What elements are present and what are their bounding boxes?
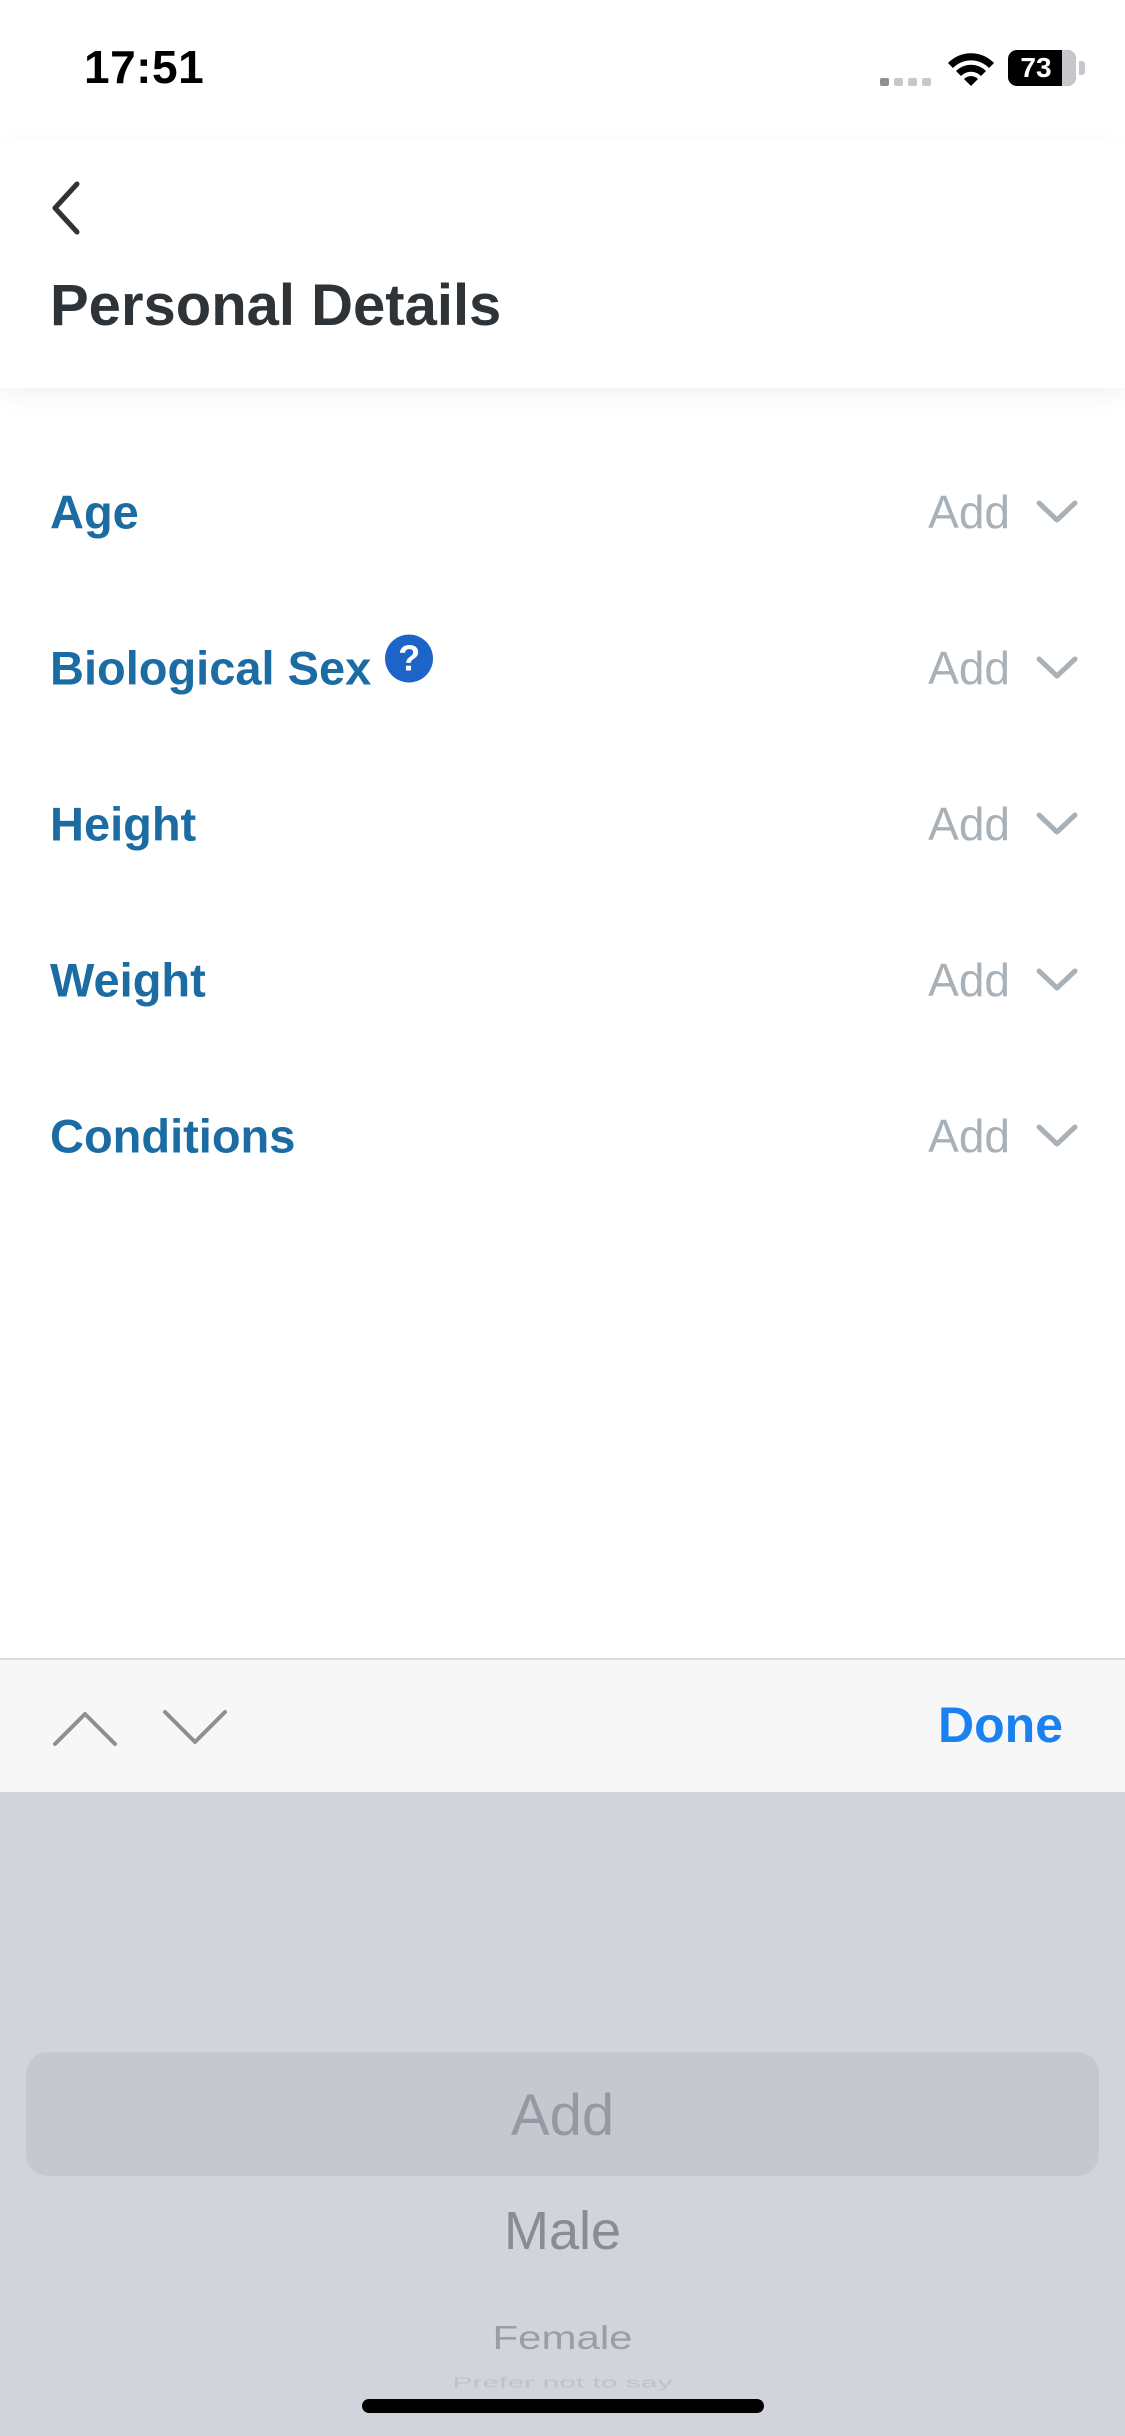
home-indicator bbox=[362, 2399, 764, 2413]
row-value-age: Add bbox=[928, 486, 1010, 538]
keyboard-toolbar: Done bbox=[0, 1658, 1125, 1792]
help-icon[interactable]: ? bbox=[385, 634, 434, 682]
back-button[interactable] bbox=[38, 168, 94, 248]
row-label-text: Biological Sex bbox=[50, 641, 372, 695]
done-button[interactable]: Done bbox=[938, 1696, 1063, 1754]
picker-option[interactable]: Female bbox=[0, 2319, 1125, 2357]
row-conditions[interactable]: Conditions Add bbox=[0, 1058, 1125, 1214]
picker-option[interactable]: Prefer not to say bbox=[0, 2375, 1125, 2392]
row-value-conditions: Add bbox=[928, 1110, 1010, 1162]
details-list: Age Add Biological Sex ? Add Height Add … bbox=[0, 434, 1125, 1214]
chevron-down-icon bbox=[1036, 968, 1078, 991]
row-label-conditions: Conditions bbox=[50, 1109, 296, 1163]
row-biological-sex[interactable]: Biological Sex ? Add bbox=[0, 590, 1125, 746]
page-title: Personal Details bbox=[50, 273, 502, 338]
header: Personal Details bbox=[0, 140, 1125, 388]
row-label-biological-sex: Biological Sex ? bbox=[50, 634, 434, 696]
battery-level: 73 bbox=[1020, 52, 1052, 83]
row-age[interactable]: Age Add bbox=[0, 434, 1125, 590]
row-label-height: Height bbox=[50, 797, 197, 851]
row-height[interactable]: Height Add bbox=[0, 746, 1125, 902]
row-label-age: Age bbox=[50, 485, 139, 539]
wifi-icon bbox=[948, 53, 994, 86]
status-bar: 17:51 73 bbox=[0, 0, 1125, 140]
chevron-left-icon bbox=[52, 181, 80, 235]
picker-option-selected[interactable]: Add bbox=[0, 2082, 1125, 2149]
cellular-signal-icon bbox=[880, 70, 934, 86]
row-label-weight: Weight bbox=[50, 953, 206, 1007]
row-value-height: Add bbox=[928, 798, 1010, 850]
chevron-down-icon bbox=[1036, 656, 1078, 679]
picker-option[interactable]: Male bbox=[0, 2200, 1125, 2262]
row-value-biological-sex: Add bbox=[928, 642, 1010, 694]
biological-sex-picker[interactable]: Add Male Female Prefer not to say bbox=[0, 1792, 1125, 2436]
battery-icon: 73 bbox=[1008, 50, 1076, 86]
chevron-up-icon[interactable] bbox=[50, 1698, 120, 1758]
row-value-weight: Add bbox=[928, 954, 1010, 1006]
chevron-down-icon bbox=[1036, 1124, 1078, 1147]
row-weight[interactable]: Weight Add bbox=[0, 902, 1125, 1058]
chevron-down-icon[interactable] bbox=[160, 1698, 230, 1758]
battery-nub bbox=[1079, 61, 1085, 75]
chevron-down-icon bbox=[1036, 812, 1078, 835]
chevron-down-icon bbox=[1036, 500, 1078, 523]
status-time: 17:51 bbox=[84, 41, 205, 93]
